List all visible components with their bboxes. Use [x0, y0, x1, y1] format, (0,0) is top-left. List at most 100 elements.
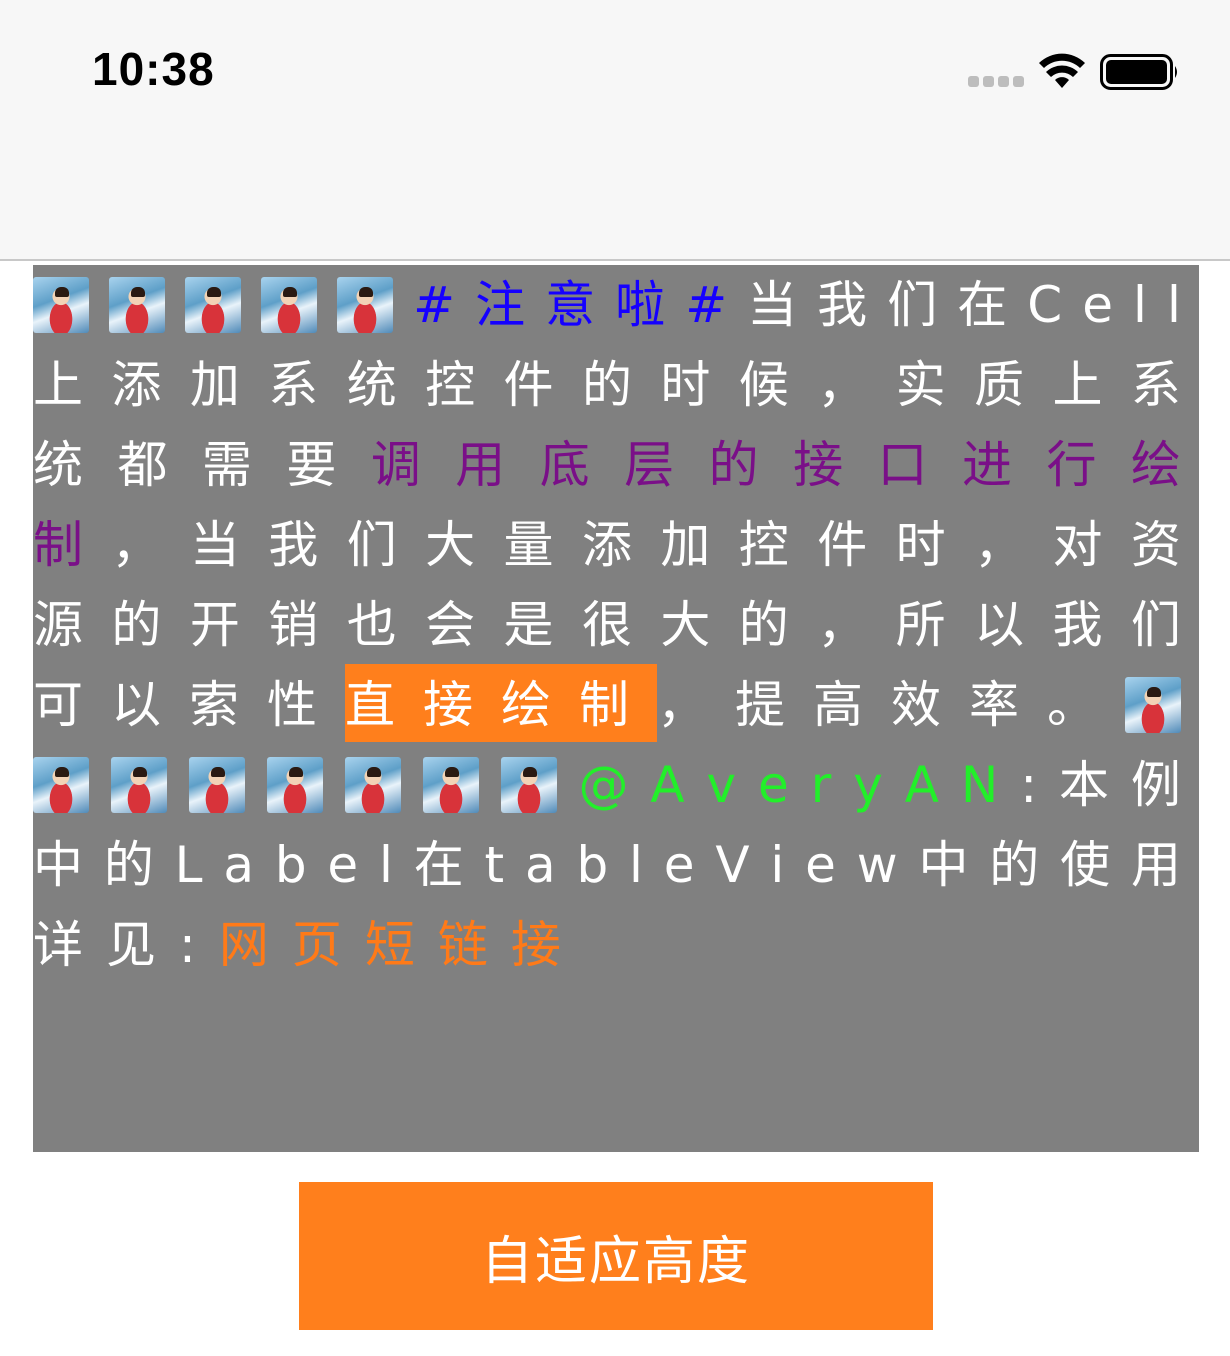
emoji-image	[1125, 677, 1181, 733]
label-char: 质	[974, 356, 1025, 414]
label-char: #	[413, 276, 456, 334]
label-char: 是	[503, 596, 554, 654]
rich-text-label: # 注意啦 # 当我们在 Ce l l 上添加系统控件的时候，实质上系统都需要调用底层的接口进…	[33, 265, 1199, 1152]
label-line: @ Av e r y A N: 本例	[33, 745, 1181, 825]
label-char: 们	[346, 516, 397, 574]
label-char: b	[576, 836, 609, 894]
label-char: 的	[103, 836, 154, 894]
label-char: 候	[738, 356, 789, 414]
label-char: 例	[1130, 756, 1181, 814]
label-char: 短	[364, 916, 415, 974]
label-char: 见	[106, 916, 156, 974]
label-char: 本	[1058, 756, 1109, 814]
label-char: 行	[1046, 436, 1097, 494]
label-char: 使	[1060, 836, 1111, 894]
emoji-image	[188, 757, 245, 813]
label-char: l	[1133, 276, 1147, 334]
label-char: @	[578, 756, 629, 814]
label-char: 直	[345, 676, 395, 734]
label-char: 高	[813, 676, 863, 734]
label-char: ，	[817, 596, 868, 654]
label-char: 系	[268, 356, 319, 414]
label-char: ，	[817, 356, 868, 414]
label-char: 可	[33, 676, 83, 734]
label-char: ，	[657, 676, 707, 734]
label-char: l	[1166, 276, 1181, 334]
label-line: 详见: 网页短链接	[33, 905, 1181, 985]
label-char: 的	[581, 356, 632, 414]
label-char: 销	[268, 596, 319, 654]
label-char: 也	[346, 596, 397, 654]
label-char: 在	[957, 276, 1008, 334]
status-time: 10:38	[92, 43, 215, 95]
emoji-image	[33, 757, 89, 813]
emoji-image	[422, 757, 479, 813]
label-char: 源	[33, 596, 83, 654]
label-char: a	[524, 836, 556, 894]
label-char: 用	[455, 436, 506, 494]
label-char: 用	[1130, 836, 1181, 894]
label-char: y	[853, 756, 883, 814]
label-char: 效	[891, 676, 941, 734]
label-char: 接	[423, 676, 473, 734]
label-char: 对	[1052, 516, 1103, 574]
emoji-image	[500, 757, 557, 813]
label-char: 网	[218, 916, 269, 974]
label-char: 量	[503, 516, 554, 574]
label-char: ，	[974, 516, 1025, 574]
label-char: 提	[735, 676, 785, 734]
emoji-image	[110, 757, 167, 813]
battery-icon	[1100, 54, 1177, 90]
label-char: N	[960, 756, 999, 814]
label-char: :	[179, 916, 196, 974]
label-char: 率	[969, 676, 1019, 734]
label-char: 注	[475, 276, 526, 334]
label-char: 。	[1047, 676, 1097, 734]
label-char: 添	[111, 356, 162, 414]
label-line: # 注意啦 # 当我们在 Ce l l	[33, 265, 1181, 345]
emoji-image	[185, 277, 242, 333]
label-char: 我	[817, 276, 868, 334]
label-char: 绘	[1130, 436, 1181, 494]
label-char: r	[810, 756, 832, 814]
label-char: 索	[189, 676, 239, 734]
label-char: w	[856, 836, 898, 894]
label-char: 的	[989, 836, 1040, 894]
label-char: 所	[895, 596, 946, 654]
label-char: 页	[291, 916, 342, 974]
label-char: l	[378, 836, 393, 894]
label-line: 制 ， 当我们大量添加控件时 ， 对资	[33, 505, 1181, 585]
label-char: e	[805, 836, 836, 894]
label-char: 接	[793, 436, 844, 494]
label-char: 性	[267, 676, 317, 734]
label-char: 中	[918, 836, 969, 894]
label-char: 我	[1052, 596, 1103, 654]
label-char: a	[223, 836, 254, 894]
label-line: 统都需要调用底层的接口进行绘	[33, 425, 1181, 505]
label-char: L	[174, 836, 203, 894]
label-char: e	[758, 756, 789, 814]
label-char: 接	[510, 916, 561, 974]
label-char: 进	[961, 436, 1012, 494]
label-char: A	[904, 756, 939, 814]
navigation-bar: 10:38	[0, 0, 1230, 261]
label-char: v	[706, 756, 737, 814]
label-char: 口	[877, 436, 928, 494]
label-char: 开	[189, 596, 240, 654]
label-char: 意	[545, 276, 596, 334]
adaptive-height-button[interactable]: 自适应高度	[299, 1182, 933, 1330]
label-char: 控	[738, 516, 789, 574]
label-char: 层	[624, 436, 675, 494]
label-char: 很	[581, 596, 632, 654]
emoji-image	[344, 757, 401, 813]
label-char: 们	[1130, 596, 1181, 654]
label-char: b	[274, 836, 307, 894]
label-char: ，	[111, 516, 162, 574]
label-char: 加	[189, 356, 240, 414]
label-char: 上	[1052, 356, 1103, 414]
label-char: e	[1082, 276, 1113, 334]
label-char: 会	[425, 596, 476, 654]
label-char: 以	[111, 676, 161, 734]
label-line: 可以索性直接绘制 ， 提高效率。	[33, 665, 1181, 745]
label-char: 的	[708, 436, 759, 494]
